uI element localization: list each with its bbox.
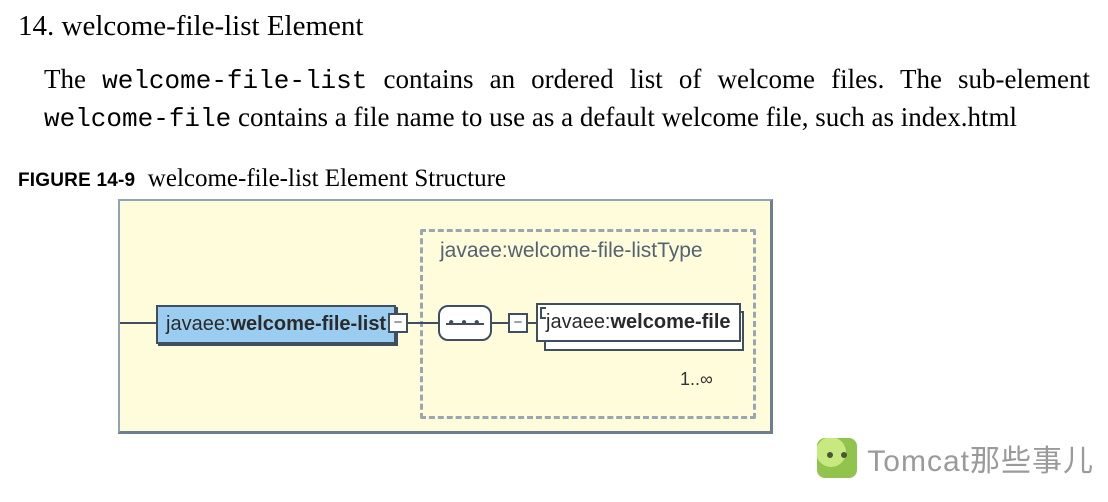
element-welcome-file: javaee:welcome-file	[536, 303, 741, 342]
element-namespace: javaee:	[546, 311, 611, 333]
code-welcome-file: welcome-file	[44, 104, 231, 134]
schema-diagram: javaee:welcome-file-listType javaee:welc…	[118, 199, 773, 434]
type-label: javaee:welcome-file-listType	[440, 239, 703, 263]
collapse-handle-icon: −	[508, 313, 528, 333]
watermark: Tomcat那些事儿	[817, 436, 1094, 480]
figure-label: FIGURE 14-9	[18, 170, 135, 191]
element-namespace: javaee:	[166, 313, 231, 335]
heading-text: welcome-file-list Element	[62, 10, 364, 42]
connector-line	[120, 322, 156, 324]
collapse-handle-icon: −	[388, 313, 408, 333]
connector-line	[406, 322, 438, 324]
code-welcome-file-list: welcome-file-list	[102, 66, 367, 96]
figure-caption: FIGURE 14-9 welcome-file-list Element St…	[18, 165, 1090, 193]
para-text-2: contains an ordered list of welcome file…	[367, 64, 1090, 94]
cardinality-label: 1..∞	[680, 369, 713, 390]
element-localname: welcome-file-list	[231, 313, 387, 335]
element-localname: welcome-file	[611, 311, 731, 333]
para-text-3: contains a file name to use as a default…	[231, 102, 1017, 132]
para-text-1: The	[44, 64, 102, 94]
watermark-text: Tomcat那些事儿	[867, 436, 1094, 480]
heading-number: 14.	[18, 10, 54, 42]
connector-line	[526, 322, 536, 324]
section-heading: 14. welcome-file-list Element	[18, 10, 1090, 43]
connector-line	[490, 322, 508, 324]
description-paragraph: The welcome-file-list contains an ordere…	[44, 61, 1090, 137]
sequence-compositor-icon: ● ● ●	[438, 305, 492, 341]
element-welcome-file-list: javaee:welcome-file-list	[156, 305, 396, 344]
figure-title: welcome-file-list Element Structure	[148, 165, 506, 192]
wechat-icon	[817, 438, 857, 478]
